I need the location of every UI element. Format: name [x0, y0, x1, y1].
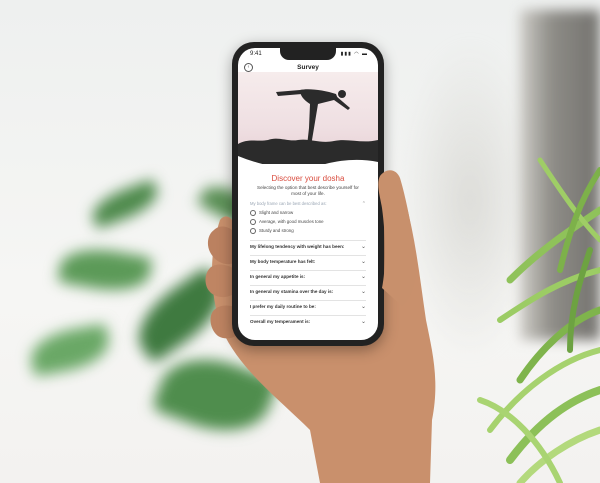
chevron-down-icon: ⌄ [360, 274, 366, 280]
chevron-down-icon: ⌄ [360, 259, 366, 265]
status-time: 9:41 [250, 51, 262, 57]
chevron-up-icon: ⌃ [361, 201, 366, 207]
radio-circle-icon[interactable] [250, 210, 256, 216]
chevron-down-icon: ⌄ [360, 244, 366, 250]
question-label: I prefer my daily routine to be: [250, 304, 316, 309]
question-label: My body frame can be best described as: [250, 201, 327, 206]
option-label: Slight and narrow [259, 210, 294, 216]
question-label: In general my stamina over the day is: [250, 289, 334, 294]
question-row[interactable]: In general my appetite is: ⌄ [250, 270, 366, 283]
question-row[interactable]: In general my stamina over the day is: ⌄ [250, 285, 366, 298]
question-row[interactable]: My lifelong tendency with weight has bee… [250, 240, 366, 253]
hero-image [238, 72, 378, 164]
option-label: Average, with good muscles tone [259, 219, 324, 225]
foreground-plant [477, 157, 600, 483]
question-row[interactable]: My body temperature has felt: ⌄ [250, 255, 366, 268]
option-label: Sturdy and strong [259, 228, 294, 234]
radio-circle-icon[interactable] [250, 219, 256, 225]
phone-screen: 9:41 ▮▮▮ ◠ ▬ ‹ Survey Discover your dosh… [238, 48, 378, 340]
option-radio[interactable]: Slight and narrow [250, 210, 360, 218]
question-label: Overall my temperament is: [250, 319, 311, 324]
question-label: My lifelong tendency with weight has bee… [250, 244, 345, 249]
phone-notch [280, 48, 336, 60]
chevron-down-icon: ⌄ [360, 304, 366, 310]
chevron-down-icon: ⌄ [360, 289, 366, 295]
question-row[interactable]: I prefer my daily routine to be: ⌄ [250, 300, 366, 313]
question-label: In general my appetite is: [250, 274, 306, 279]
yoga-silhouette-illustration [238, 89, 378, 164]
chevron-down-icon: ⌄ [360, 319, 366, 325]
question-body-frame[interactable]: My body frame can be best described as: … [250, 201, 366, 209]
question-label: My body temperature has felt: [250, 259, 316, 264]
nav-title: Survey [297, 64, 319, 71]
survey-headline: Discover your dosha [271, 174, 345, 183]
smartphone: 9:41 ▮▮▮ ◠ ▬ ‹ Survey Discover your dosh… [232, 42, 384, 346]
survey-subhead: Selecting the option that best describe … [257, 185, 359, 196]
option-radio[interactable]: Sturdy and strong [250, 228, 360, 236]
photo-scene: 9:41 ▮▮▮ ◠ ▬ ‹ Survey Discover your dosh… [0, 0, 600, 483]
question-row[interactable]: Overall my temperament is: ⌄ [250, 315, 366, 328]
radio-circle-icon[interactable] [250, 228, 256, 234]
status-icons: ▮▮▮ ◠ ▬ [340, 51, 368, 57]
option-radio[interactable]: Average, with good muscles tone [250, 219, 360, 227]
